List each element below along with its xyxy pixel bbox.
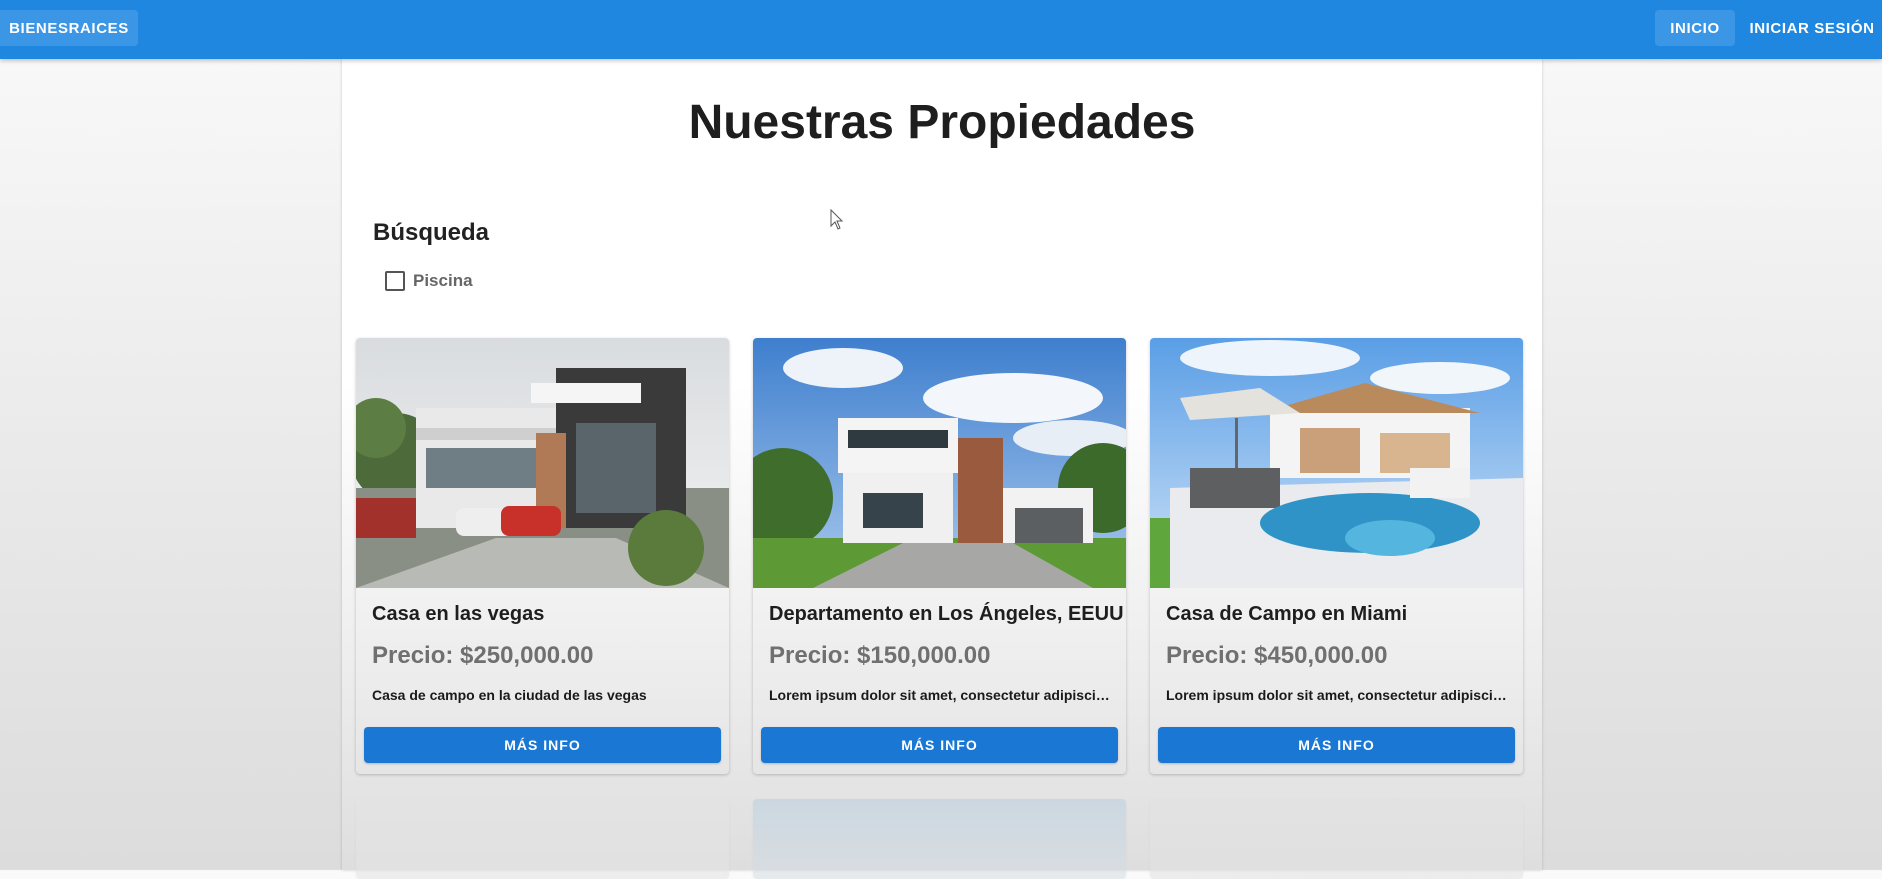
property-image[interactable] xyxy=(1150,338,1523,588)
app-bar: BIENESRAICES INICIO INICIAR SESIÓN xyxy=(0,0,1882,59)
card-description: Lorem ipsum dolor sit amet, consectetur … xyxy=(769,687,1110,703)
pool-filter-checkbox[interactable] xyxy=(385,271,405,291)
main-container: Nuestras Propiedades Búsqueda Piscina Ca… xyxy=(342,59,1542,879)
card-title: Casa de Campo en Miami xyxy=(1166,603,1408,625)
property-card: Departamento en Los Ángeles, EEUU Precio… xyxy=(753,338,1126,774)
card-title: Casa en las vegas xyxy=(372,603,545,625)
pool-filter-label[interactable]: Piscina xyxy=(413,271,473,291)
card-description: Lorem ipsum dolor sit amet, consectetur … xyxy=(1166,687,1507,703)
property-card-partial xyxy=(1150,799,1523,879)
card-price: Precio: $150,000.00 xyxy=(769,642,991,669)
card-price: Precio: $250,000.00 xyxy=(372,642,594,669)
property-image[interactable] xyxy=(356,338,729,588)
property-image[interactable] xyxy=(753,338,1126,588)
nav-login-button[interactable]: INICIAR SESIÓN xyxy=(1742,10,1882,46)
mouse-cursor-icon xyxy=(830,209,844,230)
card-description: Casa de campo en la ciudad de las vegas xyxy=(372,687,647,703)
page-title: Nuestras Propiedades xyxy=(688,96,1196,149)
property-card: Casa en las vegas Precio: $250,000.00 Ca… xyxy=(356,338,729,774)
more-info-button[interactable]: MÁS INFO xyxy=(1158,727,1515,763)
property-card-partial xyxy=(753,799,1126,879)
card-title: Departamento en Los Ángeles, EEUU xyxy=(769,603,1124,625)
card-price: Precio: $450,000.00 xyxy=(1166,642,1388,669)
nav-inicio-button[interactable]: INICIO xyxy=(1655,10,1735,46)
more-info-button[interactable]: MÁS INFO xyxy=(761,727,1118,763)
brand-button[interactable]: BIENESRAICES xyxy=(0,10,138,46)
search-heading: Búsqueda xyxy=(373,219,490,246)
property-card-partial xyxy=(356,799,729,879)
property-card: Casa de Campo en Miami Precio: $450,000.… xyxy=(1150,338,1523,774)
more-info-button[interactable]: MÁS INFO xyxy=(364,727,721,763)
